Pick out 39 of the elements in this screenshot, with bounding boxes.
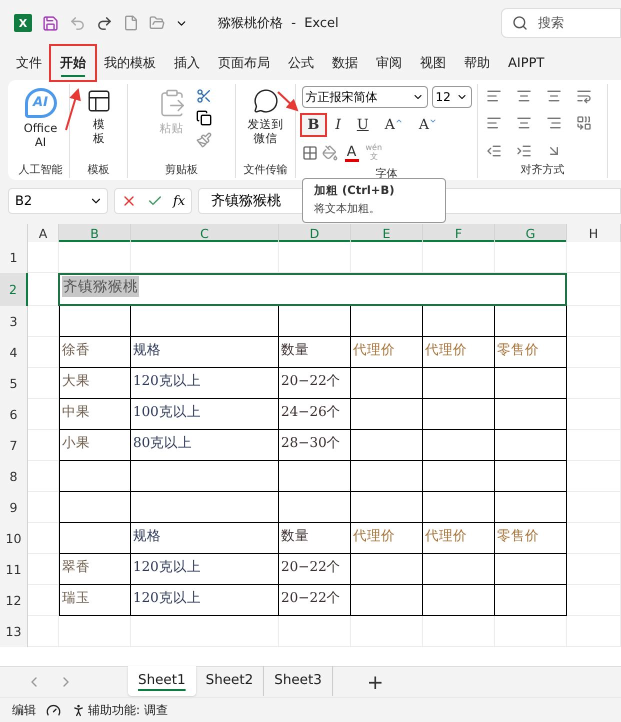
group-label: 人工智能 — [18, 162, 62, 178]
ai-logo: AI — [24, 88, 56, 118]
tooltip-title: 加粗 (Ctrl+B) — [314, 183, 396, 198]
table-cell: 代理价 — [423, 523, 495, 554]
table-cell: 20−22个 — [279, 554, 351, 585]
table-cell: 120克以上 — [131, 554, 279, 585]
table-cell: 20−22个 — [279, 368, 351, 399]
table-cell: 大果 — [59, 368, 131, 399]
table-cell: 中果 — [59, 399, 131, 430]
cell-text: 齐镇猕猴桃 — [62, 276, 139, 297]
window-title: 猕猴桃价格 - Excel — [218, 15, 339, 32]
table-cell: 徐香 — [59, 337, 131, 368]
table-cell: 代理价 — [423, 337, 495, 368]
table-cell: 20−22个 — [279, 585, 351, 616]
group-label: 字体 — [376, 166, 398, 181]
table-cell: 100克以上 — [131, 399, 279, 430]
table-cell: 翠香 — [59, 554, 131, 585]
table-cell: 零售价 — [495, 337, 567, 368]
table-cell: 80克以上 — [131, 430, 279, 461]
table-cell: 规格 — [131, 523, 279, 554]
table-cell: 小果 — [59, 430, 131, 461]
table-cell: 数量 — [279, 523, 351, 554]
table-cell: 代理价 — [351, 337, 423, 368]
table-cell: 24−26个 — [279, 399, 351, 430]
group-label: 剪贴板 — [165, 162, 198, 178]
table-cell: 零售价 — [495, 523, 567, 554]
table-cell: 代理价 — [351, 523, 423, 554]
tooltip-text: 将文本加粗。 — [314, 201, 381, 216]
table-cell: 瑞玉 — [59, 585, 131, 616]
table-cell: 数量 — [279, 337, 351, 368]
excel-logo: X — [14, 14, 32, 32]
group-label: 模板 — [88, 162, 110, 178]
group-label: 文件传输 — [244, 162, 288, 178]
table-cell: 规格 — [131, 337, 279, 368]
status-mode: 编辑 — [12, 702, 36, 718]
group-label: 对齐方式 — [520, 162, 564, 178]
table-cell: 28−30个 — [279, 430, 351, 461]
table-cell: 120克以上 — [131, 585, 279, 616]
table-cell: 120克以上 — [131, 368, 279, 399]
